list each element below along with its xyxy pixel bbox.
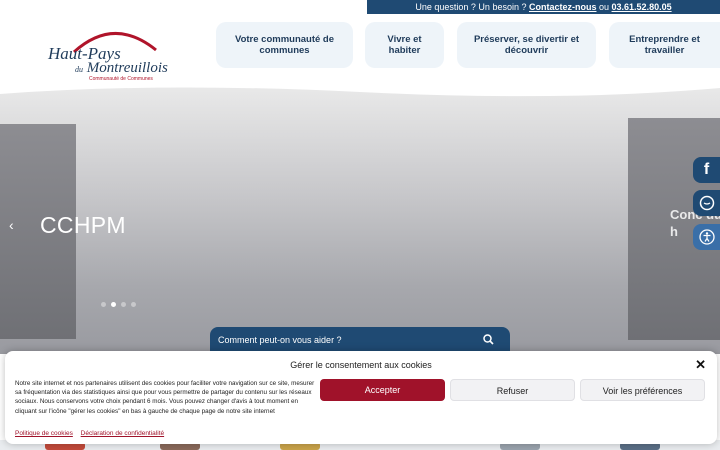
top-contact-bar: Une question ? Un besoin ? Contactez-nou… [367, 0, 720, 14]
close-icon[interactable]: ✕ [695, 357, 706, 373]
facebook-button[interactable]: f [693, 157, 720, 183]
accessibility-icon [698, 229, 715, 245]
logo-line-2: du Montreuillois [75, 60, 168, 76]
chat-icon [699, 195, 714, 211]
cookie-policy-link[interactable]: Politique de cookies [15, 430, 73, 437]
hero-slider: ‹ CCHPM Conc du h [0, 84, 720, 354]
accept-button[interactable]: Accepter [320, 379, 445, 401]
search-icon[interactable] [483, 334, 494, 345]
nav-entreprendre[interactable]: Entreprendre et travailler [609, 22, 720, 68]
privacy-statement-link[interactable]: Déclaration de confidentialité [81, 430, 164, 437]
accessibility-button[interactable] [693, 224, 720, 250]
site-header: Haut-Pays du Montreuillois Communauté de… [0, 14, 720, 84]
header-wave-shape [0, 84, 720, 97]
slider-dots [101, 302, 136, 307]
nav-communaute[interactable]: Votre communauté de communes [216, 22, 353, 68]
topbar-or: ou [599, 2, 610, 12]
cookie-title: Gérer le consentement aux cookies [290, 360, 432, 370]
refuse-button[interactable]: Refuser [450, 379, 575, 401]
slider-dot-1[interactable] [101, 302, 106, 307]
slider-dot-4[interactable] [131, 302, 136, 307]
cookie-consent-banner: Gérer le consentement aux cookies ✕ Notr… [5, 351, 717, 444]
slider-dot-3[interactable] [121, 302, 126, 307]
slider-prev-arrow[interactable]: ‹ [9, 217, 14, 233]
search-bar[interactable]: Comment peut-on vous aider ? [210, 327, 510, 353]
topbar-question: Une question ? Un besoin ? [415, 2, 527, 12]
search-placeholder: Comment peut-on vous aider ? [218, 335, 342, 345]
logo-line-3: Communauté de Communes [89, 76, 153, 82]
phone-link[interactable]: 03.61.52.80.05 [612, 2, 672, 12]
cookie-text: Notre site internet et nos partenaires u… [15, 380, 315, 415]
slide-title: CCHPM [40, 212, 126, 238]
nav-vivre-habiter[interactable]: Vivre et habiter [365, 22, 444, 68]
contact-link[interactable]: Contactez-nous [529, 2, 597, 12]
nav-preserver[interactable]: Préserver, se divertir et découvrir [457, 22, 596, 68]
cookie-links: Politique de cookies Déclaration de conf… [15, 430, 170, 437]
preferences-button[interactable]: Voir les préférences [580, 379, 705, 401]
chat-button[interactable] [693, 190, 720, 216]
slider-dot-2[interactable] [111, 302, 116, 307]
facebook-icon: f [703, 161, 710, 178]
site-logo[interactable]: Haut-Pays du Montreuillois Communauté de… [44, 22, 168, 82]
